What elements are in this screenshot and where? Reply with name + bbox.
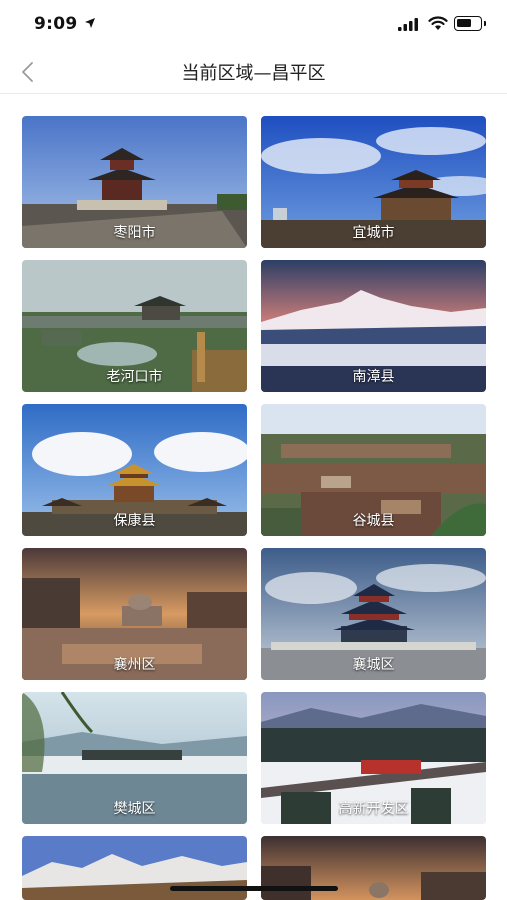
region-card[interactable]: 枣阳市 [22, 116, 247, 248]
region-card[interactable]: 保康县 [22, 404, 247, 536]
region-name: 保康县 [113, 513, 156, 529]
region-card[interactable]: 高新开发区 [261, 692, 486, 824]
page-title: 当前区域—昌平区 [181, 63, 326, 84]
home-indicator [170, 886, 338, 891]
region-name: 南漳县 [352, 369, 395, 385]
region-name: 樊城区 [113, 801, 156, 817]
location-arrow-icon [85, 18, 95, 28]
status-bar: 9:09 [0, 0, 507, 50]
region-name: 宜城市 [352, 225, 395, 241]
region-card[interactable]: 樊城区 [22, 692, 247, 824]
region-card[interactable]: 谷城县 [261, 404, 486, 536]
region-name: 老河口市 [106, 369, 163, 385]
region-name: 襄州区 [113, 657, 156, 673]
cellular-signal-icon [398, 18, 418, 31]
region-card[interactable]: 襄州区 [22, 548, 247, 680]
region-name: 谷城县 [352, 513, 395, 529]
region-name: 高新开发区 [338, 801, 409, 817]
region-card[interactable]: 南漳县 [261, 260, 486, 392]
region-card[interactable]: 宜城市 [261, 116, 486, 248]
battery-icon [454, 16, 482, 31]
navigation-bar: 当前区域—昌平区 [0, 50, 507, 94]
region-card[interactable]: 老河口市 [22, 260, 247, 392]
status-time: 9:09 [34, 14, 78, 34]
region-name: 襄城区 [352, 657, 395, 673]
region-name: 枣阳市 [113, 225, 156, 241]
region-card[interactable]: 襄城区 [261, 548, 486, 680]
wifi-icon [428, 16, 448, 30]
